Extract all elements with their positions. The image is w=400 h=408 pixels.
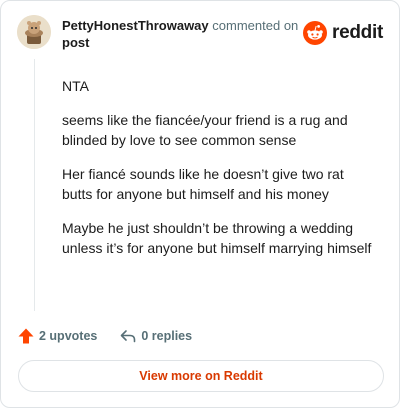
upvote-arrow-icon bbox=[18, 328, 34, 344]
upvote-button[interactable]: 2 upvotes bbox=[17, 327, 97, 345]
reply-count: 0 replies bbox=[141, 329, 193, 343]
comment-paragraph: NTA bbox=[62, 78, 89, 94]
post-link[interactable]: post bbox=[62, 35, 89, 50]
upvote-count: 2 upvotes bbox=[39, 329, 98, 343]
comment-header: PettyHonestThrowaway commented on post r… bbox=[17, 15, 385, 55]
reddit-comment-embed: PettyHonestThrowaway commented on post r… bbox=[0, 0, 400, 408]
reply-button[interactable]: 0 replies bbox=[119, 327, 192, 345]
comment-body: NTA seems like the fiancée/your friend i… bbox=[62, 76, 372, 272]
author-line: PettyHonestThrowaway commented on bbox=[62, 18, 298, 34]
view-more-button[interactable]: View more on Reddit bbox=[18, 360, 384, 392]
reply-arrow-icon bbox=[121, 330, 136, 343]
commented-on-label: commented on bbox=[212, 18, 299, 33]
author-name[interactable]: PettyHonestThrowaway bbox=[62, 18, 209, 33]
thread-line bbox=[34, 59, 35, 311]
comment-paragraph: Her fiancé sounds like he doesn’t give t… bbox=[62, 166, 344, 202]
comment-actions: 2 upvotes 0 replies bbox=[17, 326, 192, 346]
avatar-icon[interactable] bbox=[17, 15, 51, 49]
reddit-logo-icon bbox=[303, 21, 328, 45]
comment-paragraph: seems like the fiancée/your friend is a … bbox=[62, 112, 348, 148]
comment-paragraph: Maybe he just shouldn’t be throwing a we… bbox=[62, 220, 372, 256]
reddit-brand[interactable]: reddit bbox=[303, 21, 383, 45]
reddit-wordmark: reddit bbox=[332, 22, 383, 43]
